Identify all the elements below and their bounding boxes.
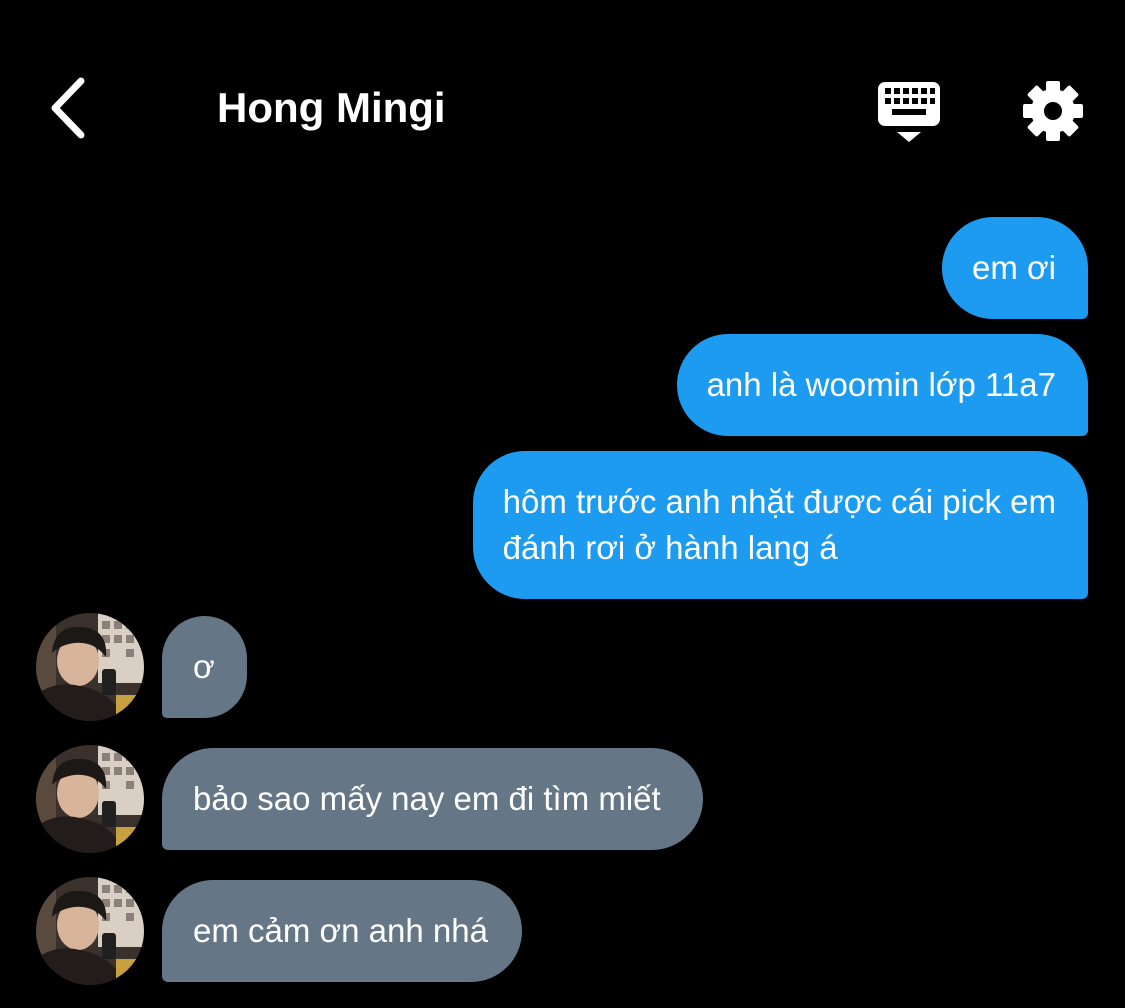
keyboard-icon	[872, 82, 946, 150]
incoming-message-bubble[interactable]: em cảm ơn anh nhá	[162, 880, 522, 982]
contact-name-title[interactable]: Hong Mingi	[217, 82, 446, 134]
back-button[interactable]	[38, 70, 98, 150]
message-text: ơ	[193, 648, 215, 685]
contact-avatar[interactable]	[36, 613, 144, 721]
contact-avatar[interactable]	[36, 745, 144, 853]
outgoing-message-bubble[interactable]: anh là woomin lớp 11a7	[676, 334, 1088, 436]
settings-button[interactable]	[1018, 76, 1088, 146]
gear-icon	[1018, 81, 1088, 150]
incoming-message-bubble[interactable]: bảo sao mấy nay em đi tìm miết	[162, 748, 703, 850]
outgoing-message-bubble[interactable]: em ơi	[942, 217, 1088, 319]
chat-header: Hong Mingi	[0, 0, 1125, 200]
message-text: em ơi	[972, 249, 1056, 286]
message-text: anh là woomin lớp 11a7	[706, 366, 1056, 403]
message-text: bảo sao mấy nay em đi tìm miết	[193, 780, 661, 817]
keyboard-button[interactable]	[872, 76, 946, 146]
message-text: em cảm ơn anh nhá	[193, 912, 488, 949]
message-text-line: đánh rơi ở hành lang á	[502, 529, 838, 566]
contact-avatar[interactable]	[36, 877, 144, 985]
outgoing-message-bubble[interactable]: hôm trước anh nhặt được cái pick em đánh…	[472, 451, 1088, 599]
chevron-left-icon	[48, 77, 88, 144]
message-text-line: hôm trước anh nhặt được cái pick em	[502, 483, 1056, 520]
incoming-message-bubble[interactable]: ơ	[162, 616, 247, 718]
